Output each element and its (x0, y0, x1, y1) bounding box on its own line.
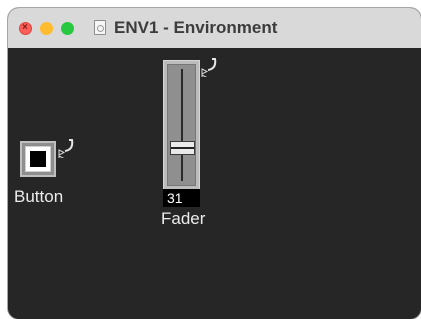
fader-label: Fader (161, 209, 206, 228)
minimize-button[interactable] (40, 22, 53, 35)
fader-groove (181, 69, 183, 181)
close-button[interactable]: × (19, 22, 32, 35)
button-core (30, 151, 46, 167)
button-label: Button (14, 187, 64, 206)
fader-object[interactable] (163, 60, 200, 190)
button-object[interactable] (20, 141, 56, 177)
button-cable-outlet-icon[interactable] (58, 134, 74, 158)
document-icon (94, 20, 106, 35)
button-face (25, 146, 51, 172)
fader-track (167, 64, 196, 186)
fader-value[interactable]: 31 (163, 189, 200, 207)
title-bar[interactable]: × ENV1 - Environment (8, 8, 421, 48)
window-title: ENV1 - Environment (114, 18, 278, 37)
environment-canvas[interactable]: Button 31 Fader (8, 48, 421, 319)
fader-handle[interactable] (170, 141, 195, 155)
environment-window: × ENV1 - Environment Button 31 Fader (8, 8, 421, 319)
fader-cable-outlet-icon[interactable] (201, 53, 217, 77)
close-x-icon: × (22, 22, 28, 33)
zoom-button[interactable] (61, 22, 74, 35)
